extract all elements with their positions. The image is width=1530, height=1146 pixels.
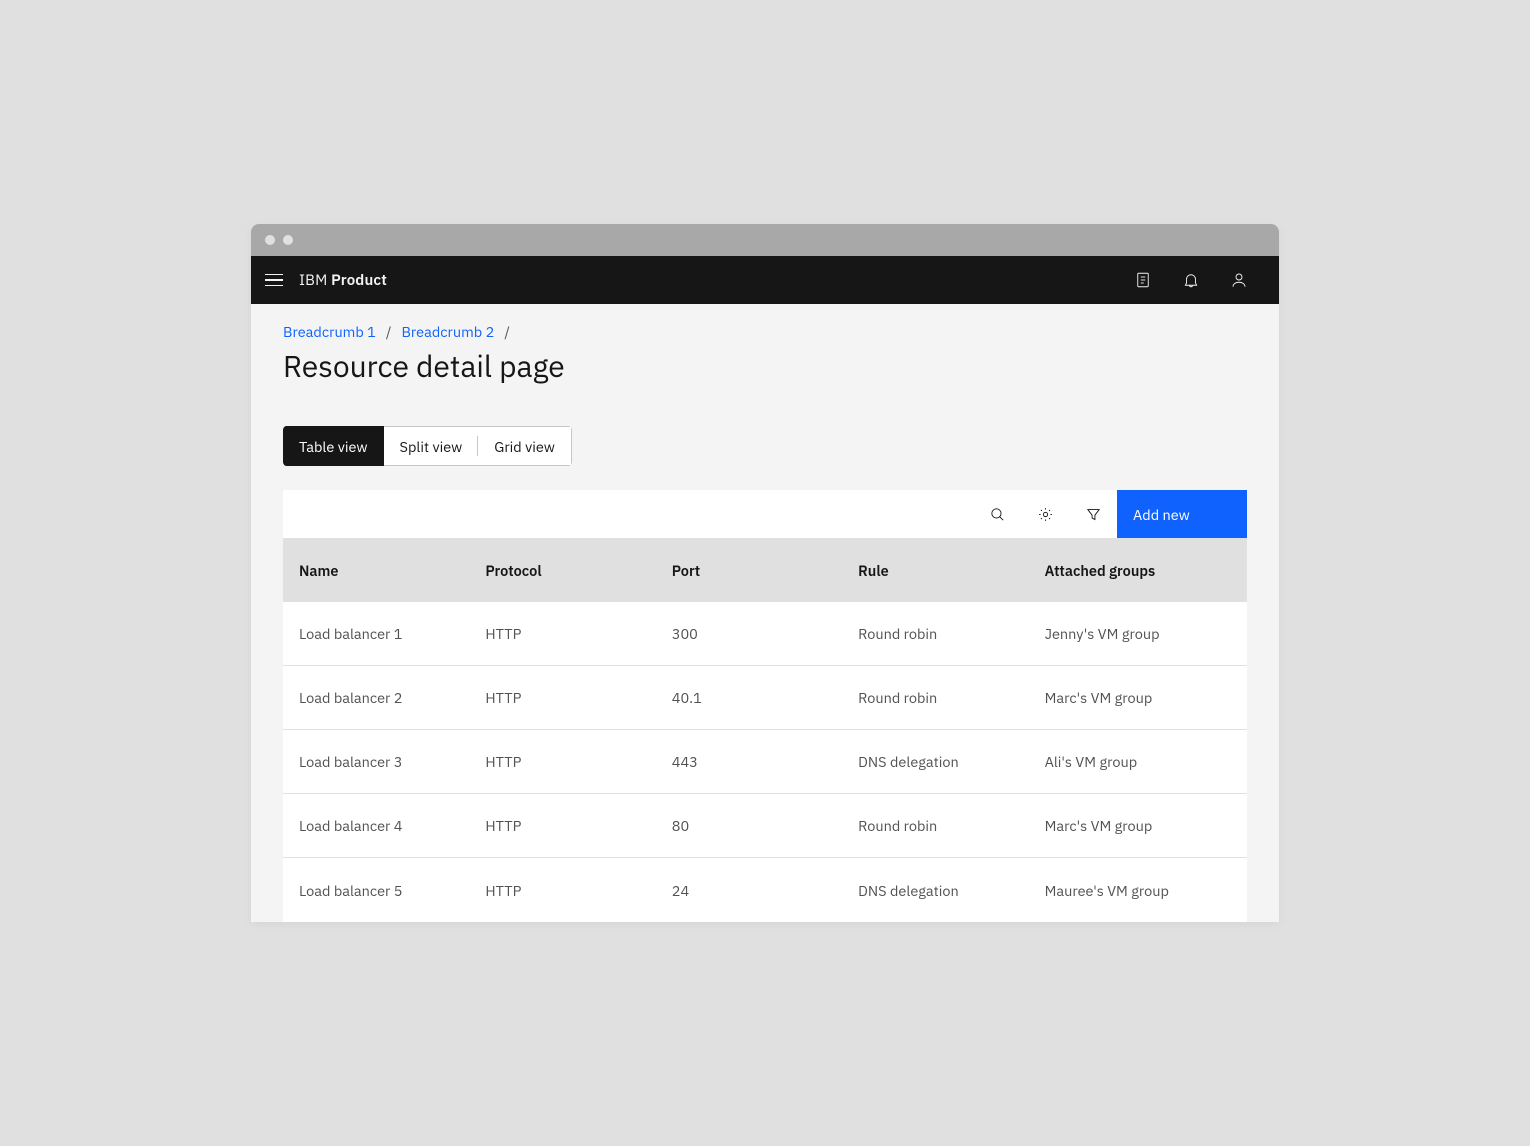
cell-groups: Marc's VM group xyxy=(1045,816,1231,835)
table-row[interactable]: Load balancer 5 HTTP 24 DNS delegation M… xyxy=(283,858,1247,922)
column-header-name[interactable]: Name xyxy=(299,561,485,580)
brand-name: Product xyxy=(331,271,387,290)
settings-icon[interactable] xyxy=(1021,490,1069,538)
add-new-button[interactable]: Add new xyxy=(1117,490,1247,538)
breadcrumb-link[interactable]: Breadcrumb 1 xyxy=(283,322,376,341)
cell-groups: Mauree's VM group xyxy=(1045,881,1231,900)
cell-name: Load balancer 2 xyxy=(299,688,485,707)
cell-protocol: HTTP xyxy=(485,752,671,771)
breadcrumb: Breadcrumb 1 / Breadcrumb 2 / xyxy=(251,304,1279,341)
browser-chrome xyxy=(251,224,1279,256)
breadcrumb-separator: / xyxy=(504,322,510,341)
column-header-protocol[interactable]: Protocol xyxy=(485,561,671,580)
cell-name: Load balancer 4 xyxy=(299,816,485,835)
column-header-rule[interactable]: Rule xyxy=(858,561,1044,580)
window-control-dot[interactable] xyxy=(265,235,275,245)
cell-rule: DNS delegation xyxy=(858,752,1044,771)
cell-port: 80 xyxy=(672,816,858,835)
cell-name: Load balancer 3 xyxy=(299,752,485,771)
cell-rule: Round robin xyxy=(858,688,1044,707)
data-table: Name Protocol Port Rule Attached groups … xyxy=(283,538,1247,922)
notification-icon[interactable] xyxy=(1167,256,1215,304)
table-row[interactable]: Load balancer 3 HTTP 443 DNS delegation … xyxy=(283,730,1247,794)
filter-icon[interactable] xyxy=(1069,490,1117,538)
cell-groups: Marc's VM group xyxy=(1045,688,1231,707)
cell-port: 443 xyxy=(672,752,858,771)
table-toolbar: Add new xyxy=(283,490,1247,538)
page-title: Resource detail page xyxy=(251,341,1279,386)
app-header: IBM Product xyxy=(251,256,1279,304)
cell-rule: Round robin xyxy=(858,624,1044,643)
cell-protocol: HTTP xyxy=(485,881,671,900)
table-row[interactable]: Load balancer 2 HTTP 40.1 Round robin Ma… xyxy=(283,666,1247,730)
cell-port: 300 xyxy=(672,624,858,643)
user-icon[interactable] xyxy=(1215,256,1263,304)
window-control-dot[interactable] xyxy=(283,235,293,245)
table-row[interactable]: Load balancer 4 HTTP 80 Round robin Marc… xyxy=(283,794,1247,858)
menu-icon[interactable] xyxy=(265,270,285,290)
column-header-port[interactable]: Port xyxy=(672,561,858,580)
brand: IBM Product xyxy=(299,271,387,290)
breadcrumb-link[interactable]: Breadcrumb 2 xyxy=(401,322,494,341)
search-icon[interactable] xyxy=(973,490,1021,538)
table-row[interactable]: Load balancer 1 HTTP 300 Round robin Jen… xyxy=(283,602,1247,666)
cell-rule: DNS delegation xyxy=(858,881,1044,900)
cell-protocol: HTTP xyxy=(485,688,671,707)
cell-name: Load balancer 1 xyxy=(299,624,485,643)
cell-port: 40.1 xyxy=(672,688,858,707)
cell-protocol: HTTP xyxy=(485,816,671,835)
breadcrumb-separator: / xyxy=(386,322,392,341)
tab-table-view[interactable]: Table view xyxy=(283,426,384,466)
column-header-groups[interactable]: Attached groups xyxy=(1045,561,1231,580)
cell-protocol: HTTP xyxy=(485,624,671,643)
browser-window: IBM Product Breadcrumb 1 / Breadcrumb 2 … xyxy=(251,224,1279,922)
tab-grid-view[interactable]: Grid view xyxy=(478,426,572,466)
table-header: Name Protocol Port Rule Attached groups xyxy=(283,538,1247,602)
cell-rule: Round robin xyxy=(858,816,1044,835)
cell-port: 24 xyxy=(672,881,858,900)
view-switcher: Table view Split view Grid view xyxy=(283,426,572,466)
cell-groups: Jenny's VM group xyxy=(1045,624,1231,643)
tab-split-view[interactable]: Split view xyxy=(384,426,479,466)
page-body: Breadcrumb 1 / Breadcrumb 2 / Resource d… xyxy=(251,304,1279,922)
document-icon[interactable] xyxy=(1119,256,1167,304)
brand-prefix: IBM xyxy=(299,271,331,290)
cell-groups: Ali's VM group xyxy=(1045,752,1231,771)
cell-name: Load balancer 5 xyxy=(299,881,485,900)
